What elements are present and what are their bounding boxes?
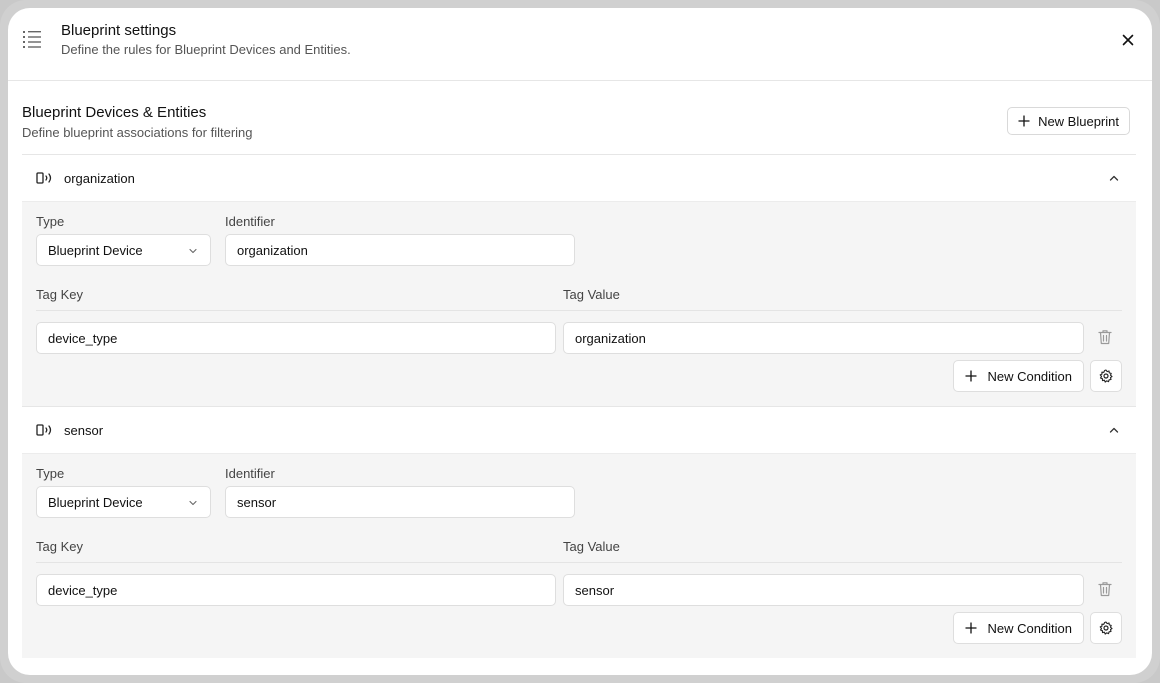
blueprint-body: Type Identifier Blueprint Device sensor … bbox=[22, 453, 1136, 658]
settings-button[interactable] bbox=[1090, 360, 1122, 392]
identifier-input[interactable]: organization bbox=[225, 234, 575, 266]
tag-value-input[interactable]: organization bbox=[563, 322, 1084, 354]
tag-value-label: Tag Value bbox=[563, 539, 620, 554]
section-subtitle: Define blueprint associations for filter… bbox=[22, 125, 253, 140]
blueprint-name: sensor bbox=[64, 422, 104, 438]
blueprint-body: Type Identifier Blueprint Device organiz… bbox=[22, 201, 1136, 406]
device-broadcast-icon bbox=[36, 424, 52, 436]
dialog-title: Blueprint settings bbox=[61, 22, 177, 39]
chevron-up-icon[interactable] bbox=[1108, 172, 1120, 184]
new-condition-button[interactable]: New Condition bbox=[953, 612, 1084, 644]
gear-icon bbox=[1099, 369, 1113, 383]
trash-icon[interactable] bbox=[1098, 329, 1112, 345]
settings-dialog: Blueprint settings Define the rules for … bbox=[8, 8, 1152, 675]
device-broadcast-icon bbox=[36, 172, 52, 184]
chevron-up-icon[interactable] bbox=[1108, 424, 1120, 436]
identifier-input[interactable]: sensor bbox=[225, 486, 575, 518]
tag-key-input[interactable]: device_type bbox=[36, 322, 556, 354]
new-blueprint-label: New Blueprint bbox=[1038, 113, 1119, 129]
section-header: Blueprint Devices & Entities Define blue… bbox=[22, 104, 253, 140]
dialog-subtitle: Define the rules for Blueprint Devices a… bbox=[61, 42, 351, 57]
dialog-header: Blueprint settings Define the rules for … bbox=[8, 8, 1152, 81]
blueprint-list: organization Type Identifier Blueprint D… bbox=[22, 154, 1136, 658]
type-label: Type bbox=[36, 466, 65, 481]
trash-icon[interactable] bbox=[1098, 581, 1112, 597]
device-frame: Blueprint settings Define the rules for … bbox=[0, 0, 1160, 683]
new-blueprint-button[interactable]: New Blueprint bbox=[1007, 107, 1130, 135]
type-select-value: Blueprint Device bbox=[48, 242, 143, 258]
identifier-label: Identifier bbox=[225, 214, 275, 229]
new-condition-label: New Condition bbox=[987, 620, 1072, 636]
plus-icon bbox=[1018, 115, 1030, 127]
blueprint-header[interactable]: sensor bbox=[22, 407, 1136, 453]
type-select[interactable]: Blueprint Device bbox=[36, 234, 211, 266]
blueprint-header[interactable]: organization bbox=[22, 155, 1136, 201]
gear-icon bbox=[1099, 621, 1113, 635]
new-condition-button[interactable]: New Condition bbox=[953, 360, 1084, 392]
tag-key-label: Tag Key bbox=[36, 539, 83, 554]
tag-key-label: Tag Key bbox=[36, 287, 83, 302]
close-button[interactable] bbox=[1118, 30, 1138, 50]
blueprint-item: organization Type Identifier Blueprint D… bbox=[22, 154, 1136, 406]
section-title: Blueprint Devices & Entities bbox=[22, 104, 207, 121]
tag-value-input[interactable]: sensor bbox=[563, 574, 1084, 606]
blueprint-item: sensor Type Identifier Blueprint Device … bbox=[22, 406, 1136, 658]
chevron-down-icon bbox=[189, 248, 197, 254]
settings-button[interactable] bbox=[1090, 612, 1122, 644]
type-label: Type bbox=[36, 214, 65, 229]
type-select-value: Blueprint Device bbox=[48, 494, 143, 510]
divider bbox=[36, 562, 1122, 563]
plus-icon bbox=[965, 622, 978, 634]
close-icon bbox=[1122, 34, 1134, 46]
new-condition-label: New Condition bbox=[987, 368, 1072, 384]
plus-icon bbox=[965, 370, 978, 382]
type-select[interactable]: Blueprint Device bbox=[36, 486, 211, 518]
list-icon bbox=[23, 31, 41, 48]
tag-value-label: Tag Value bbox=[563, 287, 620, 302]
chevron-down-icon bbox=[189, 500, 197, 506]
tag-key-input[interactable]: device_type bbox=[36, 574, 556, 606]
divider bbox=[36, 310, 1122, 311]
blueprint-name: organization bbox=[64, 170, 135, 186]
identifier-label: Identifier bbox=[225, 466, 275, 481]
